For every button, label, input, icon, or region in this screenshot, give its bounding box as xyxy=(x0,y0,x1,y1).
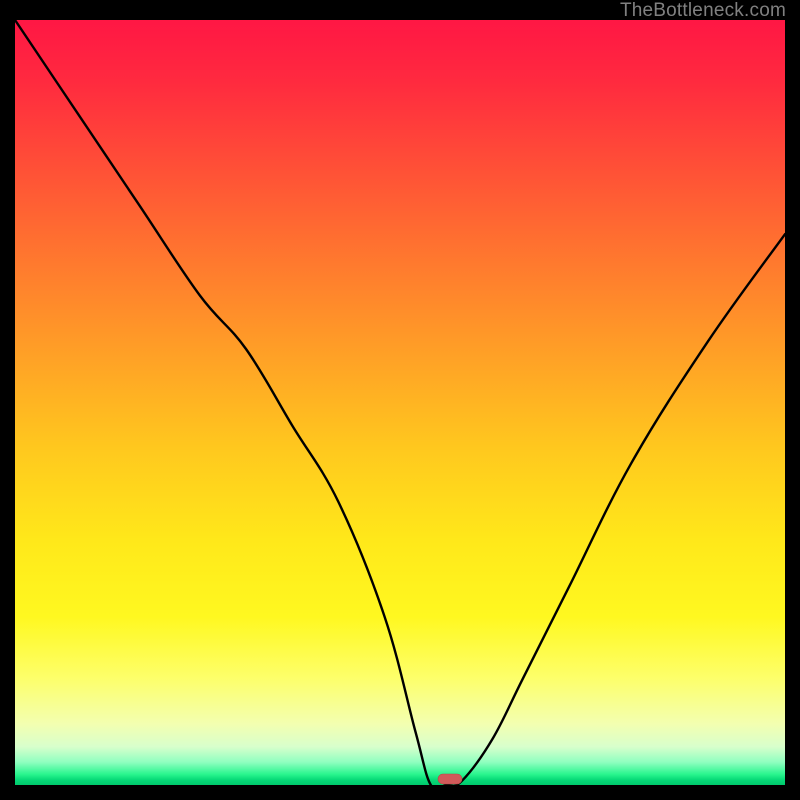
chart-frame: TheBottleneck.com xyxy=(0,0,800,800)
curve-layer xyxy=(15,20,785,785)
optimum-marker xyxy=(438,774,462,784)
plot-area xyxy=(15,20,785,785)
bottleneck-curve xyxy=(15,20,785,785)
watermark-text: TheBottleneck.com xyxy=(620,0,786,22)
